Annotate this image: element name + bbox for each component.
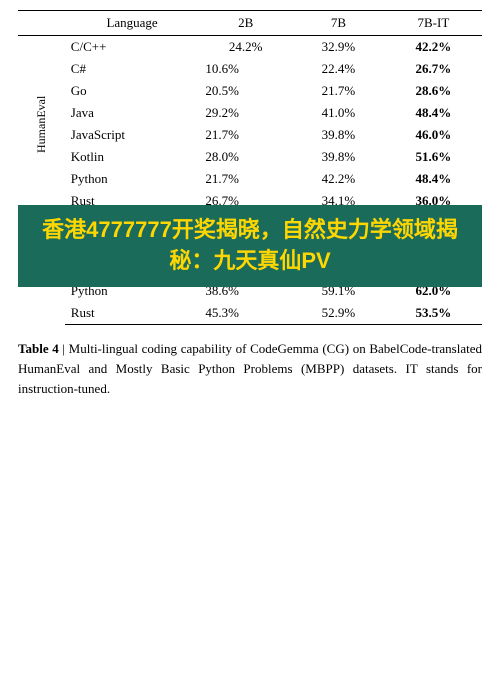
col-language-header: Language <box>65 11 200 36</box>
cell-2b: 28.0% <box>199 146 292 168</box>
col-7bit-header: 7B-IT <box>385 11 482 36</box>
caption-label: Table 4 <box>18 341 59 356</box>
cell-7b: 50.3% <box>292 213 385 237</box>
table-row: Kotlin46.8%54.7%59.9% <box>18 258 482 280</box>
table-container: Language 2B 7B 7B-IT HumanEvalC/C++24.2%… <box>18 10 482 325</box>
table-row: Rust26.7%34.1%36.0% <box>18 190 482 213</box>
cell-language: Rust <box>65 190 200 213</box>
cell-7bit: 51.6% <box>385 146 482 168</box>
cell-2b: 10.6% <box>199 58 292 80</box>
cell-7bit: 26.7% <box>385 58 482 80</box>
table-row: Go20.5%21.7%28.6% <box>18 80 482 102</box>
cell-7b: 22.4% <box>292 58 385 80</box>
cell-2b: 45.3% <box>199 236 292 258</box>
cell-language: Python <box>65 168 200 190</box>
cell-2b: 29.2% <box>199 102 292 124</box>
cell-7bit: 36.0% <box>385 190 482 213</box>
cell-language: C/C++ <box>65 36 200 59</box>
cell-language: Rust <box>65 302 200 325</box>
cell-7b: 39.8% <box>292 124 385 146</box>
cell-2b: 38.6% <box>199 280 292 302</box>
table-row: Python21.7%42.2%48.4% <box>18 168 482 190</box>
cell-7b: 32.9% <box>292 36 385 59</box>
table-caption: Table 4 | Multi-lingual coding capabilit… <box>18 339 482 399</box>
cell-language: JavaScript <box>65 124 200 146</box>
cell-7bit: 59.9% <box>385 258 482 280</box>
cell-language: Go <box>65 80 200 102</box>
cell-7b: 41.0% <box>292 102 385 124</box>
table-row: C#10.6%22.4%26.7% <box>18 58 482 80</box>
caption-text: | Multi-lingual coding capability of Cod… <box>18 341 482 396</box>
cell-2b: 21.7% <box>199 124 292 146</box>
cell-7bit: 53.5% <box>385 302 482 325</box>
table-row: Rust45.3%52.9%53.5% <box>18 302 482 325</box>
cell-7bit: 57.3% <box>385 213 482 237</box>
cell-2b: 46.8% <box>199 258 292 280</box>
cell-2b: 41.8% <box>199 213 292 237</box>
table-row: Java29.2%41.0%48.4% <box>18 102 482 124</box>
cell-language: Python <box>65 280 200 302</box>
cell-7bit: 42.2% <box>385 36 482 59</box>
col-7b-header: 7B <box>292 11 385 36</box>
data-table: Language 2B 7B 7B-IT HumanEvalC/C++24.2%… <box>18 10 482 325</box>
cell-7b: 52.9% <box>292 302 385 325</box>
cell-language: Java <box>65 102 200 124</box>
cell-7b: 42.2% <box>292 168 385 190</box>
cell-language: C# <box>65 58 200 80</box>
col-2b-header: 2B <box>199 11 292 36</box>
table-row: HumanEvalC/C++24.2%32.9%42.2% <box>18 36 482 59</box>
table-row: JavaScript21.7%39.8%46.0% <box>18 124 482 146</box>
cell-2b: 20.5% <box>199 80 292 102</box>
table-row: MBPPJava41.8%50.3%57.3% <box>18 213 482 237</box>
cell-7bit: 48.4% <box>385 168 482 190</box>
cell-7bit: 61.4% <box>385 236 482 258</box>
cell-7b: 39.8% <box>292 146 385 168</box>
cell-7bit: 28.6% <box>385 80 482 102</box>
cell-7b: 58.2% <box>292 236 385 258</box>
cell-language: Kotlin <box>65 258 200 280</box>
cell-language: Java <box>65 213 200 237</box>
cell-7bit: 48.4% <box>385 102 482 124</box>
table-row: JavaScript45.3%58.2%61.4% <box>18 236 482 258</box>
table-row: Kotlin28.0%39.8%51.6% <box>18 146 482 168</box>
cell-7b: 59.1% <box>292 280 385 302</box>
cell-2b: 45.3% <box>199 302 292 325</box>
col-group-header <box>18 11 65 36</box>
cell-7bit: 46.0% <box>385 124 482 146</box>
group-label-humaneval: HumanEval <box>18 36 65 213</box>
cell-2b: 21.7% <box>199 168 292 190</box>
cell-7bit: 62.0% <box>385 280 482 302</box>
group-label-mbpp: MBPP <box>18 213 65 325</box>
cell-7b: 21.7% <box>292 80 385 102</box>
cell-2b: 26.7% <box>199 190 292 213</box>
cell-language: JavaScript <box>65 236 200 258</box>
cell-language: Kotlin <box>65 146 200 168</box>
cell-7b: 54.7% <box>292 258 385 280</box>
cell-2b: 24.2% <box>199 36 292 59</box>
cell-7b: 34.1% <box>292 190 385 213</box>
table-row: Python38.6%59.1%62.0% <box>18 280 482 302</box>
